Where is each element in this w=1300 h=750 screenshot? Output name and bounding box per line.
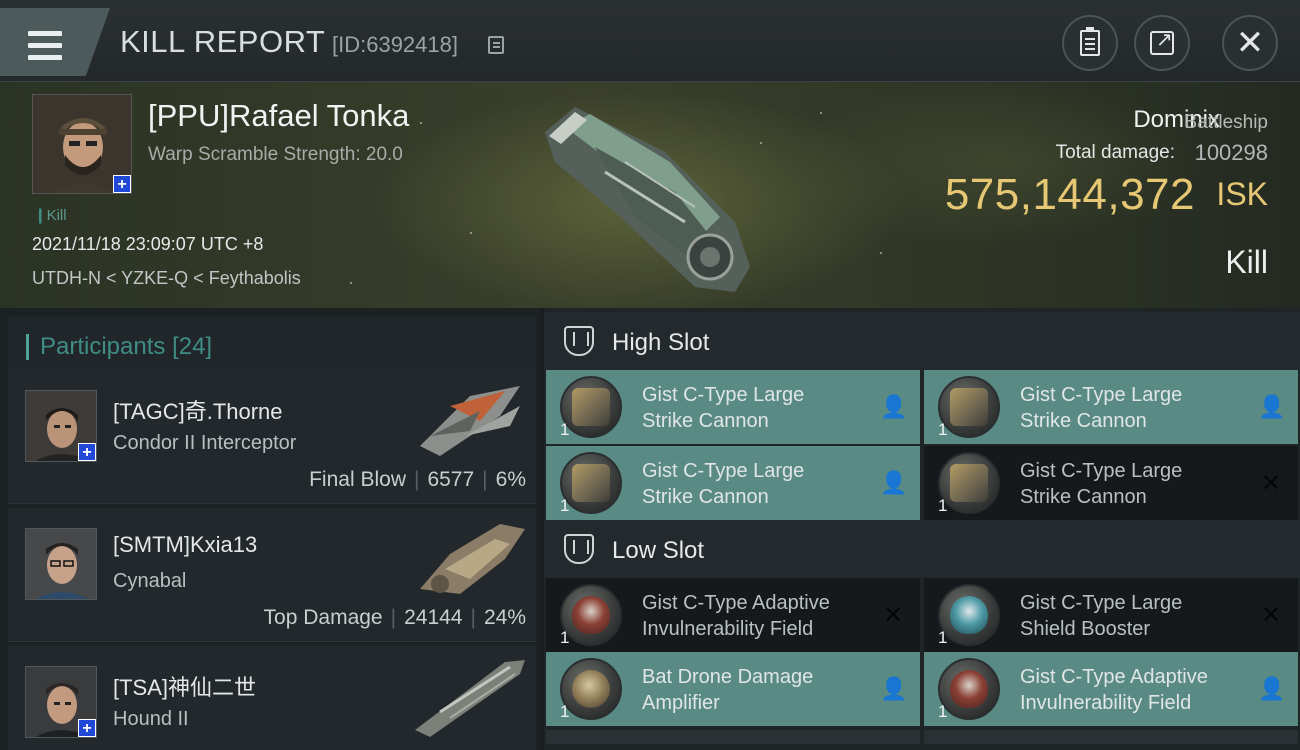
module-name: Gist C-Type Large Strike Cannon <box>1020 460 1183 508</box>
module-quantity: 1 <box>560 628 570 647</box>
fitting-panel: High Slot 1 Gist C-Type Large Strike Cann… <box>544 308 1300 750</box>
participant-avatar[interactable]: + <box>25 390 97 462</box>
copy-id-icon[interactable] <box>488 36 504 54</box>
participant-ship-image[interactable] <box>410 514 530 600</box>
low-slot-header: Low Slot <box>544 520 1300 578</box>
module-quantity: 1 <box>938 702 948 721</box>
victim-avatar[interactable]: + <box>32 94 132 194</box>
module-quantity: 1 <box>560 420 570 439</box>
plus-badge: + <box>78 719 96 737</box>
module-quantity: 1 <box>938 496 948 515</box>
person-icon: 👤 <box>880 470 908 495</box>
module-item[interactable]: 1 Gist C-Type Large Strike Cannon 👤 <box>546 446 920 520</box>
module-item-partial[interactable] <box>924 730 1298 744</box>
module-item[interactable]: 1 Gist C-Type Adaptive Invulnerability Fi… <box>924 652 1298 726</box>
high-slot-icon <box>564 326 594 356</box>
participant-ship-image[interactable] <box>410 376 530 462</box>
participant-ship-image[interactable] <box>410 652 530 738</box>
destroyed-x-icon: ✕ <box>882 601 904 629</box>
victim-ship-class: Battleship <box>1184 112 1268 133</box>
module-quantity: 1 <box>560 702 570 721</box>
module-name: Gist C-Type Large Strike Cannon <box>642 460 805 508</box>
participants-header: Participants [24] <box>8 316 536 372</box>
close-button[interactable]: ✕ <box>1222 15 1278 71</box>
module-name: Gist C-Type Adaptive Invulnerability Fiel… <box>1020 666 1208 714</box>
page-title: KILL REPORT <box>120 24 326 59</box>
participant-name[interactable]: [TSA]神仙二世 <box>113 670 256 702</box>
kill-location[interactable]: UTDH-N < YZKE-Q < Feythabolis <box>32 268 301 289</box>
module-name: Gist C-Type Adaptive Invulnerability Fiel… <box>642 592 830 640</box>
report-id: [ID:6392418] <box>332 32 458 57</box>
module-item[interactable]: 1 Bat Drone Damage Amplifier 👤 <box>546 652 920 726</box>
module-item-partial[interactable] <box>546 730 920 744</box>
warp-scramble-strength: Warp Scramble Strength: 20.0 <box>148 144 403 165</box>
share-icon <box>1150 27 1174 55</box>
participant-name[interactable]: [TAGC]奇.Thorne <box>113 394 283 426</box>
person-icon: 👤 <box>880 676 908 701</box>
plus-badge: + <box>78 443 96 461</box>
low-slot-title: Low Slot <box>612 537 705 564</box>
clipboard-button[interactable] <box>1062 15 1118 71</box>
total-damage-value: 100298 <box>1194 140 1268 165</box>
share-button[interactable] <box>1134 15 1190 71</box>
destroyed-x-icon: ✕ <box>1260 469 1282 497</box>
person-icon: 👤 <box>880 394 908 419</box>
participant-ship: Cynabal <box>113 570 187 592</box>
victim-summary: + [PPU]Rafael Tonka Warp Scramble Streng… <box>0 82 1300 308</box>
module-name: Bat Drone Damage Amplifier <box>642 666 814 714</box>
total-damage-label: Total damage: <box>1055 142 1175 163</box>
menu-tab[interactable] <box>0 8 110 76</box>
kill-tag: ❙Kill <box>34 207 67 224</box>
high-slot-title: High Slot <box>612 329 710 356</box>
participant-row[interactable]: + [TAGC]奇.Thorne Condor II Interceptor F… <box>8 370 536 504</box>
module-name: Gist C-Type Large Strike Cannon <box>642 384 805 432</box>
participants-title: Participants [24] <box>40 333 213 360</box>
victim-name[interactable]: [PPU]Rafael Tonka <box>148 98 409 134</box>
participant-avatar[interactable]: + <box>25 666 97 738</box>
module-name: Gist C-Type Large Shield Booster <box>1020 592 1183 640</box>
module-item[interactable]: 1 Gist C-Type Large Strike Cannon ✕ <box>924 446 1298 520</box>
participant-stats: Top Damage | 24144 | 24% <box>263 606 526 629</box>
high-slot-header: High Slot <box>544 312 1300 370</box>
participant-row[interactable]: [SMTM]Kxia13 Cynabal Top Damage | 24144 | 24… <box>8 508 536 642</box>
module-quantity: 1 <box>938 628 948 647</box>
participants-panel: Participants [24] + [TAGC]奇.Thorne Condo… <box>0 308 540 750</box>
victim-ship-image[interactable] <box>535 92 765 302</box>
header-bar: KILL REPORT [ID:6392418] ✕ <box>0 0 1300 82</box>
module-quantity: 1 <box>938 420 948 439</box>
kill-datetime: 2021/11/18 23:09:07 UTC +8 <box>32 234 264 254</box>
clipboard-icon <box>1080 27 1100 56</box>
module-item[interactable]: 1 Gist C-Type Large Strike Cannon 👤 <box>546 370 920 444</box>
hamburger-menu-icon[interactable] <box>28 31 62 61</box>
module-name: Gist C-Type Large Strike Cannon <box>1020 384 1183 432</box>
participant-name[interactable]: [SMTM]Kxia13 <box>113 532 257 558</box>
participant-avatar[interactable] <box>25 528 97 600</box>
kill-result: Kill <box>1225 244 1268 280</box>
isk-value: 575,144,372 <box>944 170 1195 219</box>
module-item[interactable]: 1 Gist C-Type Large Strike Cannon 👤 <box>924 370 1298 444</box>
person-icon: 👤 <box>1258 676 1286 701</box>
isk-unit: ISK <box>1216 176 1268 212</box>
module-item[interactable]: 1 Gist C-Type Adaptive Invulnerability Fi… <box>546 578 920 652</box>
header-accent-bar <box>26 334 29 360</box>
participant-ship: Hound II <box>113 708 189 730</box>
person-icon: 👤 <box>1258 394 1286 419</box>
participant-stats: Final Blow | 6577 | 6% <box>309 468 526 491</box>
low-slot-icon <box>564 534 594 564</box>
module-item[interactable]: 1 Gist C-Type Large Shield Booster ✕ <box>924 578 1298 652</box>
participant-row[interactable]: + [TSA]神仙二世 Hound II <box>8 646 536 750</box>
pilot-portrait-icon <box>26 529 96 599</box>
close-icon: ✕ <box>1235 23 1265 63</box>
plus-badge: + <box>113 175 131 193</box>
module-quantity: 1 <box>560 496 570 515</box>
destroyed-x-icon: ✕ <box>1260 601 1282 629</box>
participant-ship: Condor II Interceptor <box>113 432 297 454</box>
